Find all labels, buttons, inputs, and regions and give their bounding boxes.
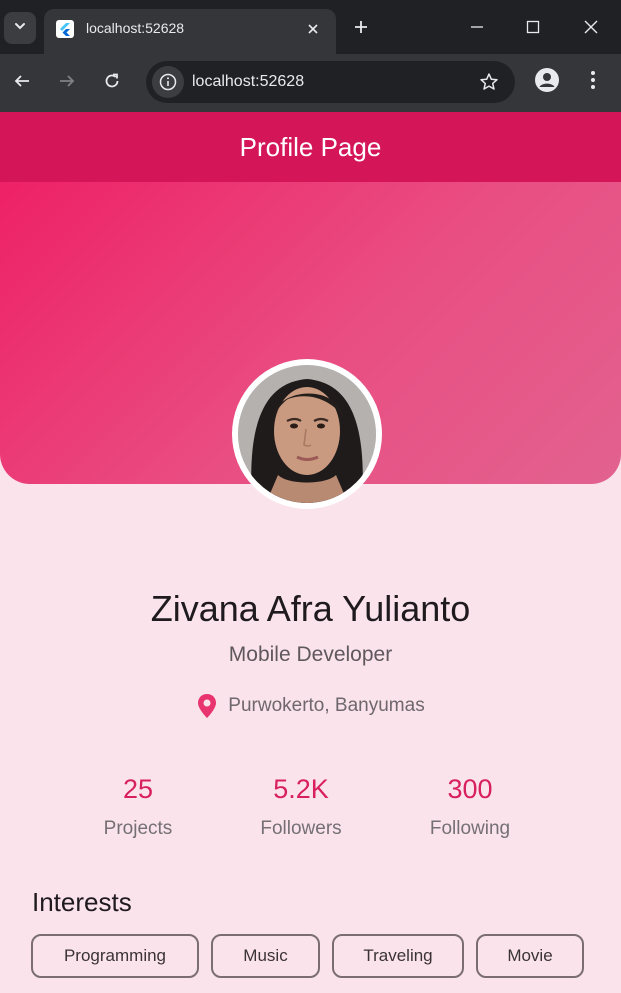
kebab-menu-icon xyxy=(590,70,596,95)
browser-toolbar: localhost:52628 xyxy=(0,54,621,112)
interest-chip-traveling[interactable]: Traveling xyxy=(332,934,464,978)
interest-chip-programming[interactable]: Programming xyxy=(31,934,199,978)
profile-photo xyxy=(238,365,376,503)
stat-value: 300 xyxy=(447,774,493,804)
avatar[interactable] xyxy=(232,359,382,509)
profile-page: Profile Page Zivana Afra Yulianto Mobile… xyxy=(0,112,621,993)
page-title: Profile Page xyxy=(239,131,382,162)
stat-followers: 5.2K Followers xyxy=(221,774,381,840)
plus-icon xyxy=(353,19,369,40)
interest-chip-music[interactable]: Music xyxy=(211,934,320,978)
arrow-left-icon xyxy=(13,72,31,95)
tab-list-button[interactable] xyxy=(4,12,36,44)
stat-label: Projects xyxy=(103,818,173,839)
location-pin-icon xyxy=(196,693,218,719)
account-icon xyxy=(534,67,560,98)
reload-icon xyxy=(103,72,121,95)
arrow-right-icon xyxy=(58,72,76,95)
forward-button[interactable] xyxy=(51,67,83,99)
interest-chip-movie[interactable]: Movie xyxy=(476,934,584,978)
url-text[interactable]: localhost:52628 xyxy=(192,73,304,91)
back-button[interactable] xyxy=(6,67,38,99)
stat-projects: 25 Projects xyxy=(58,774,218,840)
profile-role: Mobile Developer xyxy=(228,643,393,666)
address-bar[interactable]: localhost:52628 xyxy=(146,61,515,103)
stat-label: Following xyxy=(429,818,511,839)
chevron-down-icon xyxy=(13,19,27,38)
interests-heading: Interests xyxy=(32,887,132,917)
close-window-icon xyxy=(583,19,599,40)
profile-button[interactable] xyxy=(533,67,561,98)
stat-value: 25 xyxy=(122,774,154,804)
profile-name: Zivana Afra Yulianto xyxy=(150,588,471,629)
browser-menu-button[interactable] xyxy=(580,68,606,96)
reload-button[interactable] xyxy=(96,67,128,99)
star-icon[interactable] xyxy=(477,70,501,94)
profile-location: Purwokerto, Banyumas xyxy=(0,693,621,719)
maximize-button[interactable] xyxy=(518,14,548,44)
info-icon[interactable] xyxy=(152,66,184,98)
new-tab-button[interactable] xyxy=(348,16,374,42)
minimize-button[interactable] xyxy=(462,14,492,44)
app-bar: Profile Page xyxy=(0,112,621,182)
browser-tab[interactable]: localhost:52628 xyxy=(44,9,336,54)
browser-titlebar: localhost:52628 xyxy=(0,0,621,54)
maximize-icon xyxy=(526,20,540,39)
stat-value: 5.2K xyxy=(273,774,329,804)
minimize-icon xyxy=(470,20,484,39)
stat-following: 300 Following xyxy=(390,774,550,840)
location-text: Purwokerto, Banyumas xyxy=(228,695,425,716)
window-close-button[interactable] xyxy=(576,14,606,44)
stat-label: Followers xyxy=(260,818,342,839)
close-icon[interactable] xyxy=(302,18,324,40)
flutter-logo-icon xyxy=(56,20,74,38)
tab-title: localhost:52628 xyxy=(86,20,185,36)
